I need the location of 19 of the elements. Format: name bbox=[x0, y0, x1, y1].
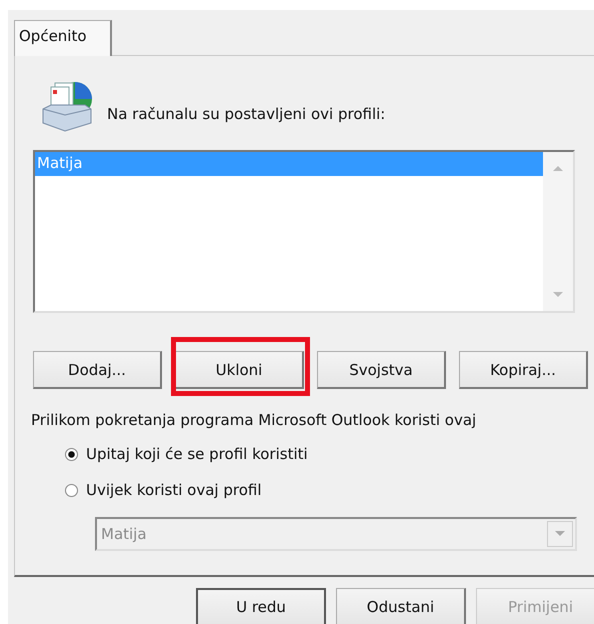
radio-button[interactable] bbox=[65, 484, 78, 496]
radio-option[interactable]: Uvijek koristi ovaj profil bbox=[65, 479, 594, 501]
radio-button[interactable] bbox=[65, 448, 78, 460]
profiles-label: Na računalu su postavljeni ovi profili: bbox=[107, 105, 386, 123]
tab[interactable]: Općenito bbox=[14, 20, 112, 56]
profile-button[interactable]: Kopiraj... bbox=[459, 351, 588, 389]
radio-label: Upitaj koji će se profil koristiti bbox=[86, 445, 308, 463]
startup-label: Prilikom pokretanja programa Microsoft Outlook koristi ovaj bbox=[31, 411, 478, 429]
radio-option[interactable]: Upitaj koji će se profil koristiti bbox=[65, 443, 594, 465]
dropdown-value: Matija bbox=[100, 525, 147, 543]
dialog-button[interactable]: Odustani bbox=[336, 588, 466, 624]
dialog-button[interactable]: U redu bbox=[196, 588, 326, 624]
profile-button[interactable]: Svojstva bbox=[317, 351, 446, 389]
scrollbar[interactable] bbox=[543, 152, 573, 311]
profile-button[interactable]: Ukloni bbox=[175, 351, 304, 389]
scroll-down-icon[interactable] bbox=[552, 291, 564, 299]
profile-button[interactable]: Dodaj... bbox=[33, 351, 162, 389]
scroll-up-icon[interactable] bbox=[552, 164, 564, 172]
radio-label: Uvijek koristi ovaj profil bbox=[86, 481, 262, 499]
